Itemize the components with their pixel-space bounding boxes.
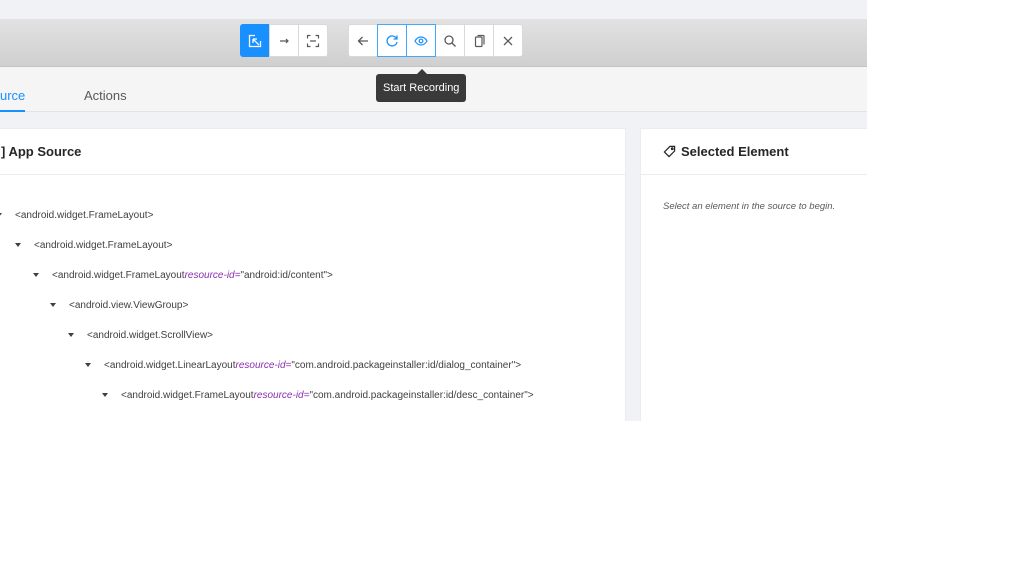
caret-down-icon[interactable]	[102, 393, 108, 397]
attribute-value: "android:id/content"	[240, 269, 328, 281]
tab-source[interactable]: urce	[0, 67, 26, 112]
select-elements-button[interactable]	[240, 24, 270, 57]
tree-node[interactable]: <android.widget.FrameLayout>	[15, 237, 172, 253]
tree-node[interactable]: <android.widget.LinearLayout resource-id…	[85, 357, 521, 373]
selected-element-hint: Select an element in the source to begin…	[663, 201, 836, 212]
node-tag: <android.widget.FrameLayout>	[34, 239, 173, 251]
tap-coordinates-icon	[306, 34, 320, 47]
attribute-name: resource-id=	[184, 269, 241, 281]
selected-element-title: Selected Element	[681, 144, 789, 159]
start-recording-button[interactable]	[406, 24, 436, 57]
app-source-title: ] App Source	[0, 129, 625, 175]
attribute-name: resource-id=	[253, 389, 310, 401]
action-button-group	[348, 24, 523, 57]
node-tag-close: >	[515, 359, 522, 371]
node-tag-close: >	[527, 389, 534, 401]
swipe-button[interactable]	[269, 24, 299, 57]
tab-actions[interactable]: Actions	[84, 67, 127, 112]
refresh-icon	[386, 34, 398, 47]
tree-node[interactable]: <android.widget.ScrollView>	[68, 327, 213, 343]
eye-icon	[414, 35, 428, 46]
node-tag: <android.widget.ScrollView>	[87, 329, 214, 341]
attribute-name: resource-id=	[235, 359, 292, 371]
tree-node[interactable]: <android.widget.FrameLayout resource-id=…	[102, 387, 534, 403]
caret-down-icon[interactable]	[50, 303, 56, 307]
back-button[interactable]	[348, 24, 378, 57]
caret-down-icon[interactable]	[33, 273, 39, 277]
quit-session-button[interactable]	[493, 24, 523, 57]
inspector-window: urce Actions ] App Source <android.widge…	[0, 0, 867, 421]
swipe-icon	[280, 38, 289, 43]
caret-down-icon[interactable]	[68, 333, 74, 337]
tree-node[interactable]: <android.widget.FrameLayout resource-id=…	[33, 267, 333, 283]
tree-node[interactable]: <android.widget.FrameLayout>	[0, 207, 153, 223]
back-icon	[357, 36, 368, 45]
selected-element-header: Selected Element	[641, 129, 867, 175]
select-elements-icon	[248, 34, 262, 47]
node-tag-close: >	[327, 269, 333, 281]
toolbar	[0, 19, 867, 67]
copy-xml-button[interactable]	[464, 24, 494, 57]
caret-down-icon[interactable]	[85, 363, 91, 367]
app-source-panel: ] App Source <android.widget.FrameLayout…	[0, 128, 626, 421]
caret-down-icon[interactable]	[0, 213, 2, 217]
node-tag: <android.widget.FrameLayout	[52, 269, 185, 281]
node-tag: <android.widget.LinearLayout	[104, 359, 236, 371]
close-icon	[503, 36, 513, 45]
node-tag: <android.widget.FrameLayout>	[15, 209, 154, 221]
copy-icon	[474, 34, 485, 47]
tag-icon	[663, 145, 676, 158]
start-recording-tooltip: Start Recording	[376, 69, 467, 102]
attribute-value: "com.android.packageinstaller:id/dialog_…	[291, 359, 516, 371]
tree-node[interactable]: <android.view.ViewGroup>	[50, 297, 188, 313]
node-tag: <android.widget.FrameLayout	[121, 389, 254, 401]
search-button[interactable]	[435, 24, 465, 57]
search-icon	[444, 34, 456, 47]
mode-button-group	[240, 24, 328, 57]
node-tag: <android.view.ViewGroup>	[69, 299, 189, 311]
attribute-value: "com.android.packageinstaller:id/desc_co…	[309, 389, 528, 401]
refresh-button[interactable]	[377, 24, 407, 57]
tap-coordinates-button[interactable]	[298, 24, 328, 57]
selected-element-panel: Selected Element Select an element in th…	[640, 128, 867, 421]
caret-down-icon[interactable]	[15, 243, 21, 247]
